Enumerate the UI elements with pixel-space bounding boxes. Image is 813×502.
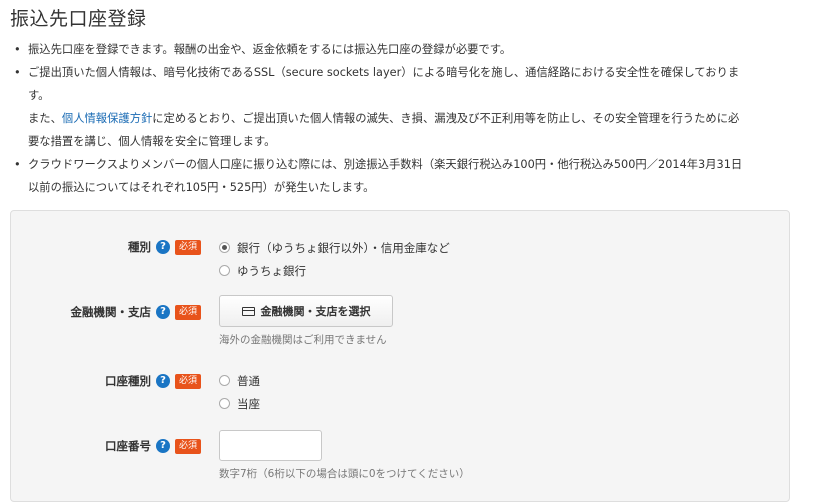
help-icon[interactable]: ? bbox=[155, 240, 170, 254]
note-text-with-link: また、個人情報保護方針に定めるとおり、ご提出頂いた個人情報の滅失、き損、漏洩及び… bbox=[28, 107, 794, 130]
bank-label: 金融機関・支店 bbox=[70, 305, 151, 319]
bank-hint: 海外の金融機関はご利用できません bbox=[219, 334, 387, 346]
note-text: 以前の振込についてはそれぞれ105円・525円）が発生いたします。 bbox=[28, 181, 375, 194]
note-item: ご提出頂いた個人情報は、暗号化技術であるSSL（secure sockets l… bbox=[14, 61, 794, 153]
account-type-option-checking[interactable]: 当座 bbox=[219, 392, 260, 415]
type-label: 種別 bbox=[127, 240, 151, 254]
note-item: クラウドワークスよりメンバーの個人口座に振り込む際には、別途振込手数料（楽天銀行… bbox=[14, 153, 794, 199]
note-text: す。 bbox=[28, 89, 50, 102]
note-text: に定めるとおり、ご提出頂いた個人情報の滅失、き損、漏洩及び不正利用等を防止し、そ… bbox=[152, 112, 740, 125]
required-badge: 必須 bbox=[174, 373, 201, 389]
required-badge: 必須 bbox=[174, 304, 201, 320]
radio-button[interactable] bbox=[219, 398, 230, 409]
type-option-yucho[interactable]: ゆうちょ銀行 bbox=[219, 259, 450, 282]
privacy-policy-link[interactable]: 個人情報保護方針 bbox=[62, 112, 152, 125]
card-icon bbox=[241, 306, 255, 316]
note-text: 要な措置を講じ、個人情報を安全に管理します。 bbox=[28, 135, 276, 148]
account-number-label-group: 口座番号 ? 必須 bbox=[105, 438, 201, 454]
required-badge: 必須 bbox=[174, 438, 201, 454]
type-options: 銀行（ゆうちょ銀行以外）・信用金庫など ゆうちょ銀行 bbox=[219, 236, 450, 282]
account-type-label-group: 口座種別 ? 必須 bbox=[105, 373, 201, 389]
help-icon[interactable]: ? bbox=[155, 439, 170, 453]
page: 振込先口座登録 振込先口座を登録できます。報酬の出金や、返金依頼をするには振込先… bbox=[0, 0, 813, 502]
account-number-label: 口座番号 bbox=[104, 439, 151, 453]
note-text: クラウドワークスよりメンバーの個人口座に振り込む際には、別途振込手数料（楽天銀行… bbox=[28, 158, 743, 171]
note-item: 振込先口座を登録できます。報酬の出金や、返金依頼をするには振込先口座の登録が必要… bbox=[14, 38, 794, 61]
select-bank-branch-button[interactable]: 金融機関・支店を選択 bbox=[219, 295, 393, 327]
page-title: 振込先口座登録 bbox=[10, 8, 147, 30]
note-text: また、 bbox=[28, 112, 62, 125]
note-text: 振込先口座を登録できます。報酬の出金や、返金依頼をするには振込先口座の登録が必要… bbox=[28, 43, 512, 56]
account-number-field: 数字7桁（6桁以下の場合は頭に0をつけてください） bbox=[219, 430, 470, 481]
notes-list: 振込先口座を登録できます。報酬の出金や、返金依頼をするには振込先口座の登録が必要… bbox=[14, 38, 794, 199]
radio-button-checked[interactable] bbox=[219, 242, 230, 253]
required-badge: 必須 bbox=[174, 239, 201, 255]
select-bank-branch-label[interactable]: 金融機関・支店を選択 bbox=[261, 303, 371, 319]
radio-button[interactable] bbox=[219, 375, 230, 386]
bank-field: 金融機関・支店を選択 海外の金融機関はご利用できません bbox=[219, 295, 393, 347]
help-icon[interactable]: ? bbox=[155, 374, 170, 388]
type-option-bank[interactable]: 銀行（ゆうちょ銀行以外）・信用金庫など bbox=[219, 236, 450, 259]
account-number-hint: 数字7桁（6桁以下の場合は頭に0をつけてください） bbox=[219, 468, 470, 480]
bank-label-group: 金融機関・支店 ? 必須 bbox=[70, 304, 201, 320]
account-type-options: 普通 当座 bbox=[219, 369, 260, 415]
radio-button[interactable] bbox=[219, 265, 230, 276]
radio-label[interactable]: 普通 bbox=[237, 373, 260, 389]
radio-label[interactable]: 銀行（ゆうちょ銀行以外）・信用金庫など bbox=[237, 240, 450, 256]
account-type-option-ordinary[interactable]: 普通 bbox=[219, 369, 260, 392]
bank-account-form: 種別 ? 必須 銀行（ゆうちょ銀行以外）・信用金庫など ゆうちょ銀行 金融機関・… bbox=[10, 210, 790, 502]
account-number-input[interactable] bbox=[219, 430, 322, 461]
account-type-label: 口座種別 bbox=[104, 374, 151, 388]
type-label-group: 種別 ? 必須 bbox=[128, 239, 201, 255]
note-text: ご提出頂いた個人情報は、暗号化技術であるSSL（secure sockets l… bbox=[28, 66, 740, 79]
radio-label[interactable]: ゆうちょ銀行 bbox=[237, 263, 306, 279]
help-icon[interactable]: ? bbox=[155, 305, 170, 319]
radio-label[interactable]: 当座 bbox=[237, 396, 260, 412]
